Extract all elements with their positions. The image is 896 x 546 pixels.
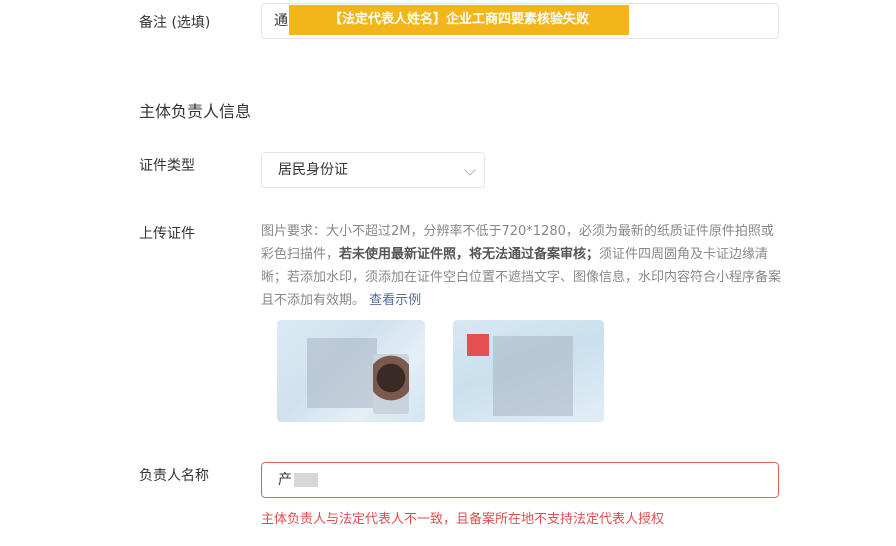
principal-name-input[interactable]: 产 <box>261 462 779 498</box>
seal-icon <box>467 334 489 356</box>
remark-value: 通 <box>274 13 288 29</box>
id-type-value: 居民身份证 <box>278 162 348 178</box>
name-mask <box>294 473 318 487</box>
upload-tips: 图片要求：大小不超过2M，分辨率不低于720*1280，必须为最新的纸质证件原件… <box>261 220 783 312</box>
id-card-front-image[interactable] <box>277 320 425 422</box>
blur-mask <box>493 336 573 416</box>
tip-text-bold: 若未使用最新证件照，将无法通过备案审核； <box>339 247 600 262</box>
name-error-message: 主体负责人与法定代表人不一致，且备案所在地不支持法定代表人授权 <box>261 512 665 527</box>
section-title: 主体负责人信息 <box>139 102 252 121</box>
blur-mask <box>307 338 377 408</box>
chevron-down-icon <box>464 164 476 176</box>
upload-label: 上传证件 <box>139 226 195 242</box>
portrait-photo <box>373 354 409 414</box>
principal-name-value: 产 <box>278 472 292 488</box>
id-type-select[interactable]: 居民身份证 <box>261 152 485 188</box>
remark-label: 备注 (选填) <box>139 15 211 31</box>
view-example-link[interactable]: 查看示例 <box>369 293 421 308</box>
id-card-back-image[interactable] <box>453 320 604 422</box>
id-type-label: 证件类型 <box>139 158 195 174</box>
name-label: 负责人名称 <box>139 468 209 484</box>
error-banner: 【法定代表人姓名】企业工商四要素核验失败 <box>289 5 629 35</box>
